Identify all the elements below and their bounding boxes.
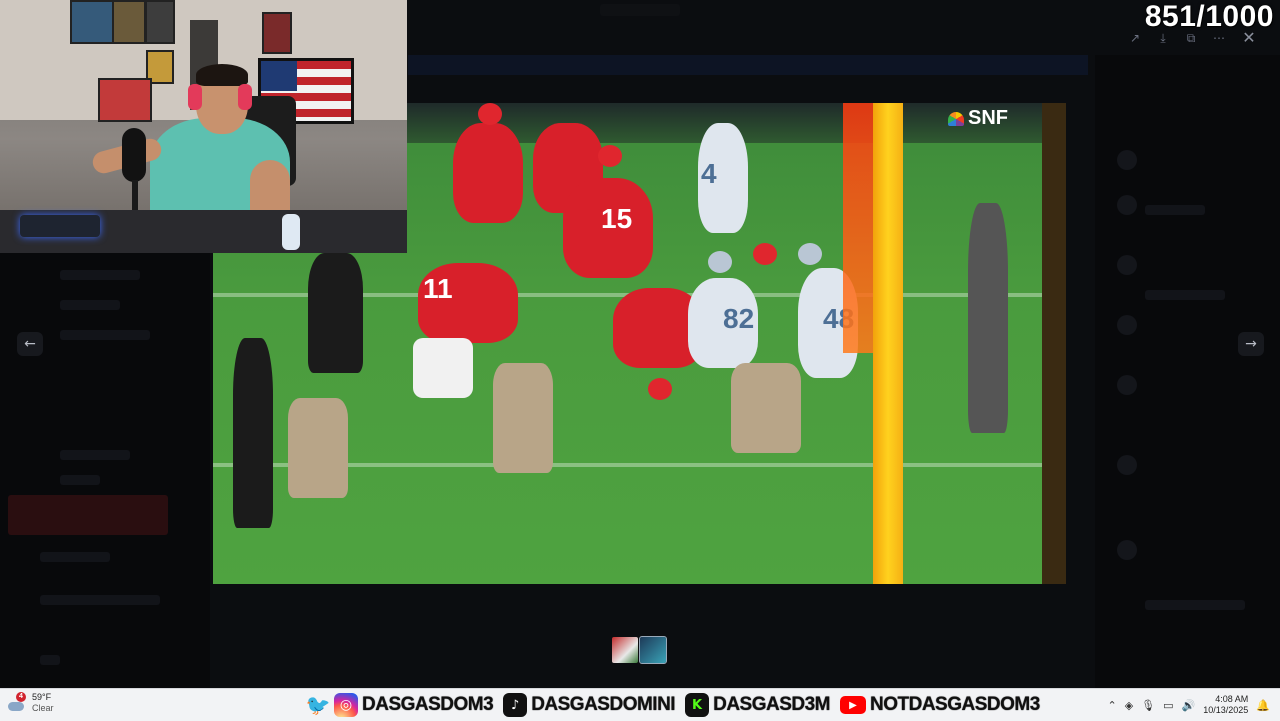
player-red [453, 123, 523, 223]
system-tray: ⌃ ◈ 🎙 ▭ 🔊 4:08 AM 10/13/2025 🔔 [1107, 689, 1270, 721]
headphones-icon [238, 84, 252, 110]
background-row [60, 270, 140, 280]
tiktok-icon: ♪ [503, 693, 528, 717]
background-row-highlight [8, 495, 168, 535]
weather-icon: 4 [6, 692, 28, 714]
broadcast-logo: SNF [948, 107, 1008, 130]
media-thumbnail[interactable] [612, 637, 638, 663]
taskbar: 4 59°F Clear 🐦 ◎ DASGASDOM3 ♪ DASGASDOMI… [0, 688, 1280, 721]
network-icon[interactable]: ▭ [1163, 699, 1173, 712]
background-row [40, 595, 160, 605]
arrow-left-icon: ← [24, 336, 36, 352]
background-row [60, 475, 100, 485]
background-row [60, 330, 150, 340]
headphones-icon [188, 84, 202, 110]
background-row [40, 552, 110, 562]
microphone-icon[interactable]: 🎙 [1141, 699, 1155, 712]
share-icon[interactable]: ↗ [1124, 28, 1146, 48]
clock-date: 10/13/2025 [1203, 705, 1249, 715]
notification-badge: 4 [16, 692, 26, 702]
video-edge [1042, 103, 1066, 584]
helmet [598, 145, 622, 167]
background-avatar [1117, 315, 1137, 335]
helmet [798, 243, 822, 265]
jersey-number: 11 [423, 273, 453, 304]
previous-media-button[interactable]: ← [17, 332, 43, 356]
sideline-staff [308, 253, 363, 373]
background-window-title [600, 4, 680, 16]
weather-temp: 59°F [32, 692, 52, 702]
streamer-hair [196, 64, 248, 86]
tiktok-handle: DASGASDOMINI [531, 694, 676, 715]
player-pants [413, 338, 473, 398]
referee [233, 338, 273, 528]
clock-time: 4:08 AM [1215, 694, 1249, 704]
app-tray-icon[interactable]: ◈ [1125, 699, 1133, 712]
background-row [1145, 205, 1205, 215]
helmet [708, 251, 732, 273]
media-thumbnail-strip [612, 636, 667, 664]
background-channel-header [408, 55, 1088, 75]
background-row [60, 450, 130, 460]
background-avatar [1117, 255, 1137, 275]
media-thumbnail[interactable] [639, 636, 667, 664]
kick-handle: DASGASD3M [713, 694, 830, 715]
peacock-icon [948, 111, 964, 126]
background-row [1145, 290, 1225, 300]
background-avatar [1117, 150, 1137, 170]
background-sidebar [0, 250, 210, 688]
notifications-icon[interactable]: 🔔 [1256, 699, 1270, 712]
background-member-list [1095, 55, 1280, 688]
broadcast-logo-text: SNF [968, 107, 1008, 129]
streamer-webcam [0, 0, 407, 253]
chevron-up-icon[interactable]: ⌃ [1107, 699, 1116, 712]
jersey-number: 4 [701, 158, 717, 189]
volume-icon[interactable]: 🔊 [1182, 699, 1196, 712]
wall-poster [145, 0, 175, 44]
social-handles-banner: 🐦 ◎ DASGASDOM3 ♪ DASGASDOMINI K DASGASD3… [306, 691, 1046, 719]
twitter-icon: 🐦 [305, 693, 331, 717]
jersey-number: 15 [601, 203, 633, 234]
background-avatar [1117, 540, 1137, 560]
wall-poster [112, 0, 146, 44]
weather-widget[interactable]: 4 59°F Clear [6, 692, 54, 714]
instagram-icon: ◎ [334, 693, 358, 717]
next-media-button[interactable]: → [1238, 332, 1264, 356]
cloud-icon [8, 702, 24, 711]
photographer [493, 363, 553, 473]
helmet [478, 103, 502, 125]
photographer [288, 398, 348, 498]
helmet [753, 243, 777, 265]
keyboard [20, 215, 100, 237]
background-avatar [1117, 375, 1137, 395]
youtube-icon: ▶ [840, 696, 866, 714]
instagram-handle: DASGASDOM3 [362, 694, 494, 715]
youtube-handle: NOTDASGASDOM3 [870, 694, 1040, 715]
wall-poster [98, 78, 152, 122]
wall-poster [262, 12, 292, 54]
goal-post [873, 103, 903, 584]
weather-condition: Clear [32, 703, 54, 713]
water-bottle [282, 214, 300, 250]
clock[interactable]: 4:08 AM 10/13/2025 [1203, 694, 1248, 716]
arrow-right-icon: → [1245, 336, 1257, 352]
background-row [1145, 600, 1245, 610]
background-avatar [1117, 455, 1137, 475]
photographer [731, 363, 801, 453]
background-row [60, 300, 120, 310]
camera-operator [968, 203, 1008, 433]
clip-counter: 851/1000 [1144, 0, 1274, 33]
background-row [40, 655, 60, 665]
wall-poster [70, 0, 114, 44]
jersey-number: 82 [723, 303, 755, 334]
kick-icon: K [685, 693, 710, 717]
helmet [648, 378, 672, 400]
microphone-icon [122, 128, 146, 182]
background-avatar [1117, 195, 1137, 215]
